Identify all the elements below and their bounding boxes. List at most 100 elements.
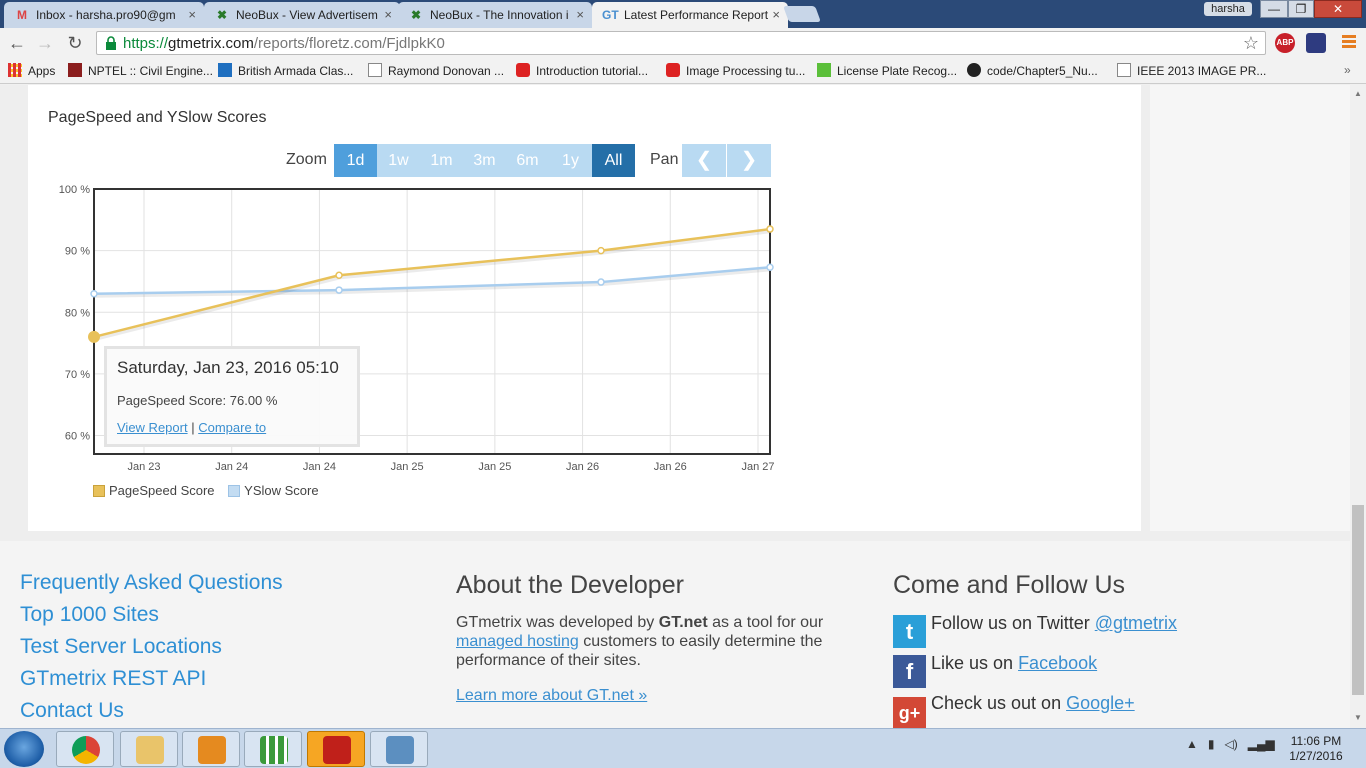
- bookmark-ieee[interactable]: IEEE 2013 IMAGE PR...: [1117, 63, 1266, 78]
- apps-grid-icon: [260, 736, 288, 764]
- maximize-button[interactable]: ❐: [1288, 0, 1314, 18]
- taskbar-clock[interactable]: 11:06 PM 1/27/2016: [1276, 734, 1356, 764]
- y-tick-label: 100 %: [59, 184, 90, 196]
- zoom-1m-button[interactable]: 1m: [420, 144, 463, 177]
- facebook-link[interactable]: Facebook: [1018, 653, 1097, 673]
- page-scrollbar[interactable]: ▲ ▼: [1350, 85, 1366, 728]
- start-button[interactable]: [4, 731, 44, 767]
- test-server-locations-link[interactable]: Test Server Locations: [20, 635, 222, 659]
- zoom-6m-button[interactable]: 6m: [506, 144, 549, 177]
- apps-grid-icon: [8, 63, 22, 77]
- bookmark-british-armada[interactable]: British Armada Clas...: [218, 63, 353, 78]
- bookmark-raymond-donovan[interactable]: Raymond Donovan ...: [368, 63, 504, 78]
- tab-title: NeoBux - The Innovation i: [430, 8, 569, 22]
- youtube-icon: [516, 63, 530, 77]
- nptel-icon: [68, 63, 82, 77]
- bookmarks-overflow-icon[interactable]: »: [1344, 63, 1351, 77]
- new-tab-button[interactable]: [783, 6, 821, 22]
- close-tab-icon[interactable]: ×: [772, 7, 780, 22]
- tab-gmail[interactable]: M Inbox - harsha.pro90@gm ×: [4, 2, 204, 28]
- twitter-link[interactable]: @gtmetrix: [1095, 613, 1177, 633]
- managed-hosting-link[interactable]: managed hosting: [456, 633, 579, 650]
- address-bar[interactable]: https://gtmetrix.com/reports/floretz.com…: [96, 31, 1266, 55]
- bookmark-label: Raymond Donovan ...: [388, 64, 505, 78]
- scroll-up-icon[interactable]: ▲: [1354, 89, 1362, 98]
- y-tick-label: 90 %: [65, 246, 90, 258]
- close-window-button[interactable]: ✕: [1314, 0, 1362, 18]
- tab-neobux-innovation[interactable]: ✖ NeoBux - The Innovation i ×: [398, 2, 592, 28]
- taskbar-app-grid[interactable]: [244, 731, 302, 767]
- forward-icon[interactable]: →: [34, 32, 56, 54]
- close-tab-icon[interactable]: ×: [384, 7, 392, 22]
- compare-to-link[interactable]: Compare to: [198, 420, 266, 435]
- reload-icon[interactable]: ↻: [64, 32, 86, 54]
- clock-time: 11:06 PM: [1290, 734, 1342, 748]
- zoom-1w-button[interactable]: 1w: [377, 144, 420, 177]
- taskbar-explorer[interactable]: [120, 731, 178, 767]
- facebook-icon[interactable]: f: [893, 655, 926, 688]
- gtmetrix-icon: GT: [602, 8, 619, 22]
- view-report-link[interactable]: View Report: [117, 420, 188, 435]
- learn-more-gtnet-link[interactable]: Learn more about GT.net »: [456, 687, 647, 705]
- adblock-plus-icon[interactable]: ABP: [1275, 33, 1295, 53]
- close-tab-icon[interactable]: ×: [188, 7, 196, 22]
- taskbar-filezilla[interactable]: [307, 731, 365, 767]
- url-host: gtmetrix.com: [168, 35, 254, 52]
- legend-item-yslow[interactable]: YSlow Score: [228, 483, 319, 498]
- battery-icon[interactable]: ▮: [1208, 737, 1215, 751]
- pan-right-button[interactable]: ❯: [727, 144, 771, 177]
- bookmark-site-icon: [218, 63, 232, 77]
- volume-icon[interactable]: ◁): [1225, 737, 1238, 751]
- chrome-menu-icon[interactable]: [1342, 35, 1356, 51]
- bookmark-label: IEEE 2013 IMAGE PR...: [1137, 64, 1267, 78]
- chart-title: PageSpeed and YSlow Scores: [48, 109, 267, 126]
- windows-taskbar: ▲ ▮ ◁) ▂▄▆ 11:06 PM 1/27/2016: [0, 728, 1366, 768]
- scroll-thumb[interactable]: [1352, 505, 1364, 695]
- legend-item-pagespeed[interactable]: PageSpeed Score: [93, 483, 215, 498]
- faq-link[interactable]: Frequently Asked Questions: [20, 571, 283, 595]
- x-tick-label: Jan 24: [303, 461, 336, 473]
- system-tray: ▲ ▮ ◁) ▂▄▆: [1186, 737, 1275, 751]
- taskbar-chrome[interactable]: [56, 731, 114, 767]
- zoom-1y-button[interactable]: 1y: [549, 144, 592, 177]
- google-plus-icon[interactable]: g+: [893, 697, 926, 728]
- bookmark-star-icon[interactable]: ☆: [1243, 33, 1259, 54]
- bookmark-nptel[interactable]: NPTEL :: Civil Engine...: [68, 63, 213, 78]
- close-tab-icon[interactable]: ×: [576, 7, 584, 22]
- extension-icon[interactable]: [1306, 33, 1326, 53]
- bookmark-introduction-tutorial[interactable]: Introduction tutorial...: [516, 63, 648, 78]
- data-point: [597, 246, 605, 255]
- taskbar-photo-viewer[interactable]: [370, 731, 428, 767]
- top-1000-sites-link[interactable]: Top 1000 Sites: [20, 603, 159, 627]
- tab-neobux-view[interactable]: ✖ NeoBux - View Advertisem ×: [204, 2, 400, 28]
- twitter-icon[interactable]: t: [893, 615, 926, 648]
- bookmark-label: Apps: [28, 64, 56, 78]
- x-tick-label: Jan 24: [215, 461, 248, 473]
- profile-button[interactable]: harsha: [1204, 2, 1252, 16]
- tab-gtmetrix[interactable]: GT Latest Performance Report ×: [592, 2, 788, 28]
- contact-us-link[interactable]: Contact Us: [20, 699, 124, 723]
- bookmark-apps[interactable]: Apps: [8, 63, 55, 78]
- bookmark-image-processing[interactable]: Image Processing tu...: [666, 63, 805, 78]
- minimize-button[interactable]: —: [1260, 0, 1288, 18]
- zoom-all-button[interactable]: All: [592, 144, 635, 177]
- show-hidden-icons-icon[interactable]: ▲: [1186, 737, 1198, 751]
- developer-heading: About the Developer: [456, 571, 684, 599]
- y-tick-label: 80 %: [65, 307, 90, 319]
- url-scheme: https://: [123, 35, 169, 52]
- data-point: [766, 263, 774, 272]
- pan-left-button[interactable]: ❮: [682, 144, 726, 177]
- tooltip-separator: |: [191, 420, 195, 435]
- data-point: [597, 278, 605, 286]
- network-icon[interactable]: ▂▄▆: [1248, 737, 1275, 751]
- scroll-down-icon[interactable]: ▼: [1354, 713, 1362, 722]
- data-point: [335, 286, 343, 294]
- zoom-3m-button[interactable]: 3m: [463, 144, 506, 177]
- bookmark-license-plate[interactable]: License Plate Recog...: [817, 63, 957, 78]
- rest-api-link[interactable]: GTmetrix REST API: [20, 667, 206, 691]
- google-plus-link[interactable]: Google+: [1066, 693, 1135, 713]
- zoom-1d-button[interactable]: 1d: [334, 144, 377, 177]
- taskbar-media-player[interactable]: [182, 731, 240, 767]
- bookmark-github-code[interactable]: code/Chapter5_Nu...: [967, 63, 1098, 78]
- back-icon[interactable]: ←: [6, 32, 28, 54]
